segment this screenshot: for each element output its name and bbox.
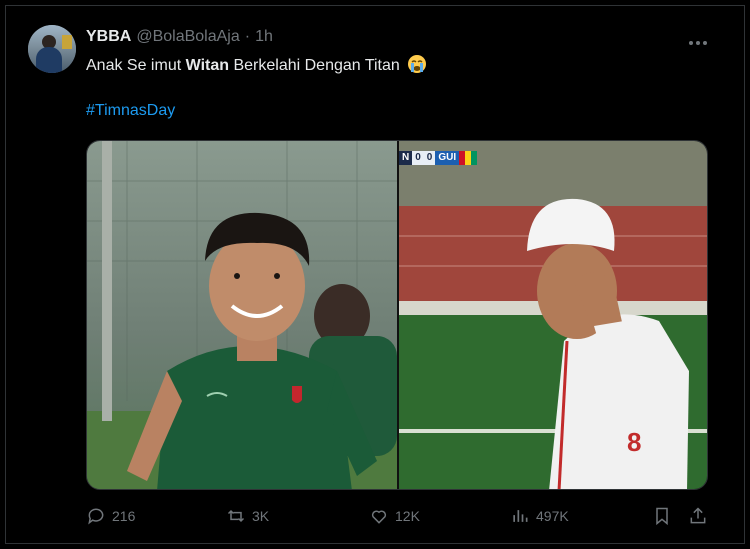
- tweet-text-bold: Witan: [185, 57, 230, 74]
- repost-count: 3K: [252, 508, 270, 524]
- tweet-text-part: Berkelahi Dengan Titan: [229, 57, 400, 74]
- scoreboard: N 0 0 GUI: [399, 151, 478, 165]
- svg-text:8: 8: [627, 427, 641, 457]
- media-image-right[interactable]: 8 N 0 0 GUI: [399, 141, 707, 489]
- display-name[interactable]: YBBA: [86, 28, 131, 46]
- score-right: 0: [423, 151, 436, 165]
- action-bar: 216 3K 12K 497K: [86, 506, 710, 530]
- media-image-left[interactable]: [87, 141, 397, 489]
- reply-icon: [88, 508, 104, 525]
- crying-face-emoji: [407, 54, 427, 74]
- bookmark-button[interactable]: [652, 506, 672, 526]
- reply-button[interactable]: 216: [86, 506, 135, 526]
- tweet-text-part: Anak Se imut: [86, 57, 186, 74]
- repost-button[interactable]: 3K: [226, 506, 269, 526]
- media-grid[interactable]: 8 N 0 0 GUI: [86, 140, 708, 490]
- views-icon: [513, 510, 528, 522]
- hashtag-link[interactable]: #TimnasDay: [86, 102, 175, 120]
- share-icon: [690, 507, 706, 524]
- views-button[interactable]: 497K: [510, 506, 569, 526]
- team-flag-icon: [459, 151, 478, 165]
- repost-icon: [227, 509, 245, 523]
- separator-dot: ·: [244, 28, 251, 45]
- like-icon: [371, 510, 387, 524]
- tweet-text: Anak Se imut Witan Berkelahi Dengan Tita…: [86, 54, 427, 77]
- score-team-right: GUI: [435, 151, 460, 165]
- like-count: 12K: [395, 508, 420, 524]
- avatar[interactable]: [28, 25, 76, 73]
- bookmark-icon: [656, 507, 668, 526]
- score-team-left: N: [399, 151, 413, 165]
- more-icon[interactable]: [688, 30, 708, 51]
- like-button[interactable]: 12K: [369, 506, 420, 526]
- reply-count: 216: [112, 508, 136, 524]
- timestamp[interactable]: 1h: [255, 28, 273, 46]
- views-count: 497K: [536, 508, 569, 524]
- tweet-header: YBBA @BolaBolaAja · 1h: [86, 28, 273, 46]
- score-left: 0: [412, 151, 424, 165]
- user-handle[interactable]: @BolaBolaAja: [136, 28, 239, 46]
- share-button[interactable]: [688, 506, 708, 526]
